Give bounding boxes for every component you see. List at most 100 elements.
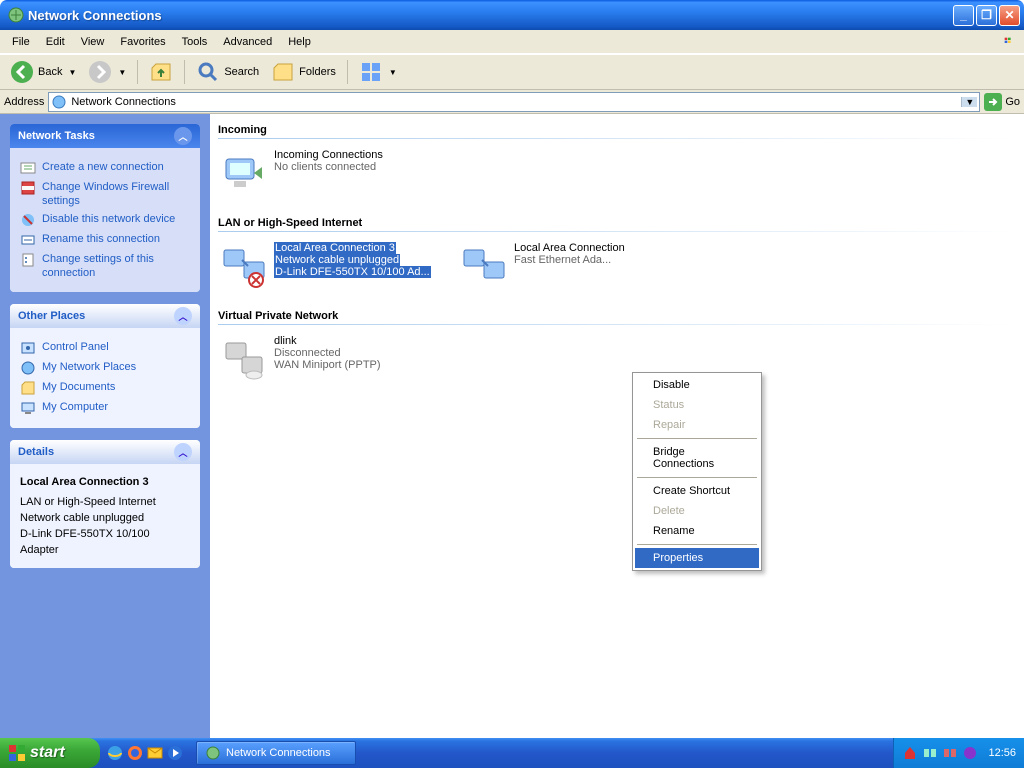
menu-view[interactable]: View <box>73 33 113 51</box>
tray-icon[interactable] <box>902 745 918 761</box>
task-change-settings[interactable]: Change settings of this connection <box>20 252 190 280</box>
panel-title: Other Places <box>18 310 85 322</box>
vpn-connection-icon <box>220 335 268 383</box>
close-button[interactable]: ✕ <box>999 5 1020 26</box>
link-label: Change settings of this connection <box>42 252 190 280</box>
menu-item-shortcut[interactable]: Create Shortcut <box>635 481 759 501</box>
main-area: Network Tasks ︿ Create a new connection … <box>0 114 1024 738</box>
address-input[interactable]: Network Connections ▼ <box>48 92 980 112</box>
connection-device: D-Link DFE-550TX 10/100 Ad... <box>274 266 431 278</box>
menu-item-bridge[interactable]: Bridge Connections <box>635 442 759 474</box>
go-button[interactable]: Go <box>984 93 1020 111</box>
control-panel-icon <box>20 340 36 356</box>
connection-title: dlink <box>274 335 381 347</box>
maximize-button[interactable]: ❐ <box>976 5 997 26</box>
menu-help[interactable]: Help <box>280 33 319 51</box>
menu-item-status: Status <box>635 395 759 415</box>
collapse-icon: ︿ <box>174 127 192 145</box>
chevron-down-icon: ▼ <box>68 68 76 77</box>
menu-item-rename[interactable]: Rename <box>635 521 759 541</box>
connection-title: Local Area Connection <box>514 242 625 254</box>
panel-title: Details <box>18 446 54 458</box>
tray-icon[interactable] <box>962 745 978 761</box>
separator <box>184 60 185 84</box>
forward-button[interactable]: ▼ <box>84 58 130 86</box>
minimize-button[interactable]: _ <box>953 5 974 26</box>
toolbar: Back ▼ ▼ Search Folders ▼ <box>0 54 1024 90</box>
clock[interactable]: 12:56 <box>988 747 1016 759</box>
network-adapter-icon <box>460 242 508 290</box>
taskbar-task-network-connections[interactable]: Network Connections <box>196 741 356 765</box>
wmp-icon[interactable] <box>166 744 184 762</box>
separator <box>347 60 348 84</box>
network-icon <box>205 745 221 761</box>
details-body: Local Area Connection 3 LAN or High-Spee… <box>10 464 200 568</box>
collapse-icon: ︿ <box>174 307 192 325</box>
firewall-icon <box>20 180 36 196</box>
group-header-incoming: Incoming <box>218 124 1016 136</box>
start-label: start <box>30 744 65 762</box>
connection-status: Disconnected <box>274 347 381 359</box>
menu-tools[interactable]: Tools <box>174 33 216 51</box>
menu-item-disable[interactable]: Disable <box>635 375 759 395</box>
place-network-places[interactable]: My Network Places <box>20 360 190 376</box>
menu-file[interactable]: File <box>4 33 38 51</box>
details-type: LAN or High-Speed Internet <box>20 494 190 510</box>
task-disable-device[interactable]: Disable this network device <box>20 212 190 228</box>
views-button[interactable]: ▼ <box>355 58 401 86</box>
details-status: Network cable unplugged <box>20 510 190 526</box>
menu-item-delete: Delete <box>635 501 759 521</box>
windows-logo-icon <box>8 744 26 762</box>
menu-item-repair: Repair <box>635 415 759 435</box>
start-button[interactable]: start <box>0 738 100 768</box>
app-icon <box>8 7 24 23</box>
place-control-panel[interactable]: Control Panel <box>20 340 190 356</box>
ie-icon[interactable] <box>106 744 124 762</box>
content-pane: Incoming Incoming Connections No clients… <box>210 114 1024 738</box>
outlook-icon[interactable] <box>146 744 164 762</box>
link-label: My Computer <box>42 400 108 414</box>
folder-up-icon <box>149 60 173 84</box>
connection-title: Incoming Connections <box>274 149 383 161</box>
connection-incoming[interactable]: Incoming Connections No clients connecte… <box>218 147 538 199</box>
connection-vpn-dlink[interactable]: dlink Disconnected WAN Miniport (PPTP) <box>218 333 538 385</box>
search-button[interactable]: Search <box>192 58 263 86</box>
tray-icon[interactable] <box>922 745 938 761</box>
folders-button[interactable]: Folders <box>267 58 340 86</box>
menu-edit[interactable]: Edit <box>38 33 73 51</box>
task-create-connection[interactable]: Create a new connection <box>20 160 190 176</box>
task-rename-connection[interactable]: Rename this connection <box>20 232 190 248</box>
task-firewall-settings[interactable]: Change Windows Firewall settings <box>20 180 190 208</box>
up-button[interactable] <box>145 58 177 86</box>
group-header-vpn: Virtual Private Network <box>218 310 1016 322</box>
back-button[interactable]: Back ▼ <box>6 58 80 86</box>
menu-item-properties[interactable]: Properties <box>635 548 759 568</box>
connection-device: WAN Miniport (PPTP) <box>274 359 381 371</box>
address-dropdown-icon[interactable]: ▼ <box>961 97 977 107</box>
menu-divider <box>637 477 757 478</box>
task-label: Network Connections <box>226 747 331 759</box>
details-panel: Details ︿ Local Area Connection 3 LAN or… <box>10 440 200 568</box>
search-icon <box>196 60 220 84</box>
panel-header[interactable]: Network Tasks ︿ <box>10 124 200 148</box>
menu-advanced[interactable]: Advanced <box>215 33 280 51</box>
group-divider <box>218 324 1016 325</box>
panel-header[interactable]: Details ︿ <box>10 440 200 464</box>
search-label: Search <box>224 66 259 78</box>
firefox-icon[interactable] <box>126 744 144 762</box>
connection-lan[interactable]: Local Area Connection Fast Ethernet Ada.… <box>458 240 778 292</box>
wizard-icon <box>20 160 36 176</box>
panel-header[interactable]: Other Places ︿ <box>10 304 200 328</box>
details-device: D-Link DFE-550TX 10/100 Adapter <box>20 526 190 558</box>
place-my-computer[interactable]: My Computer <box>20 400 190 416</box>
window-title: Network Connections <box>28 8 951 23</box>
menu-favorites[interactable]: Favorites <box>112 33 173 51</box>
quick-launch <box>100 744 190 762</box>
place-my-documents[interactable]: My Documents <box>20 380 190 396</box>
address-bar: Address Network Connections ▼ Go <box>0 90 1024 114</box>
collapse-icon: ︿ <box>174 443 192 461</box>
tray-icon[interactable] <box>942 745 958 761</box>
group-header-lan: LAN or High-Speed Internet <box>218 217 1016 229</box>
system-tray: 12:56 <box>893 738 1024 768</box>
folders-icon <box>271 60 295 84</box>
